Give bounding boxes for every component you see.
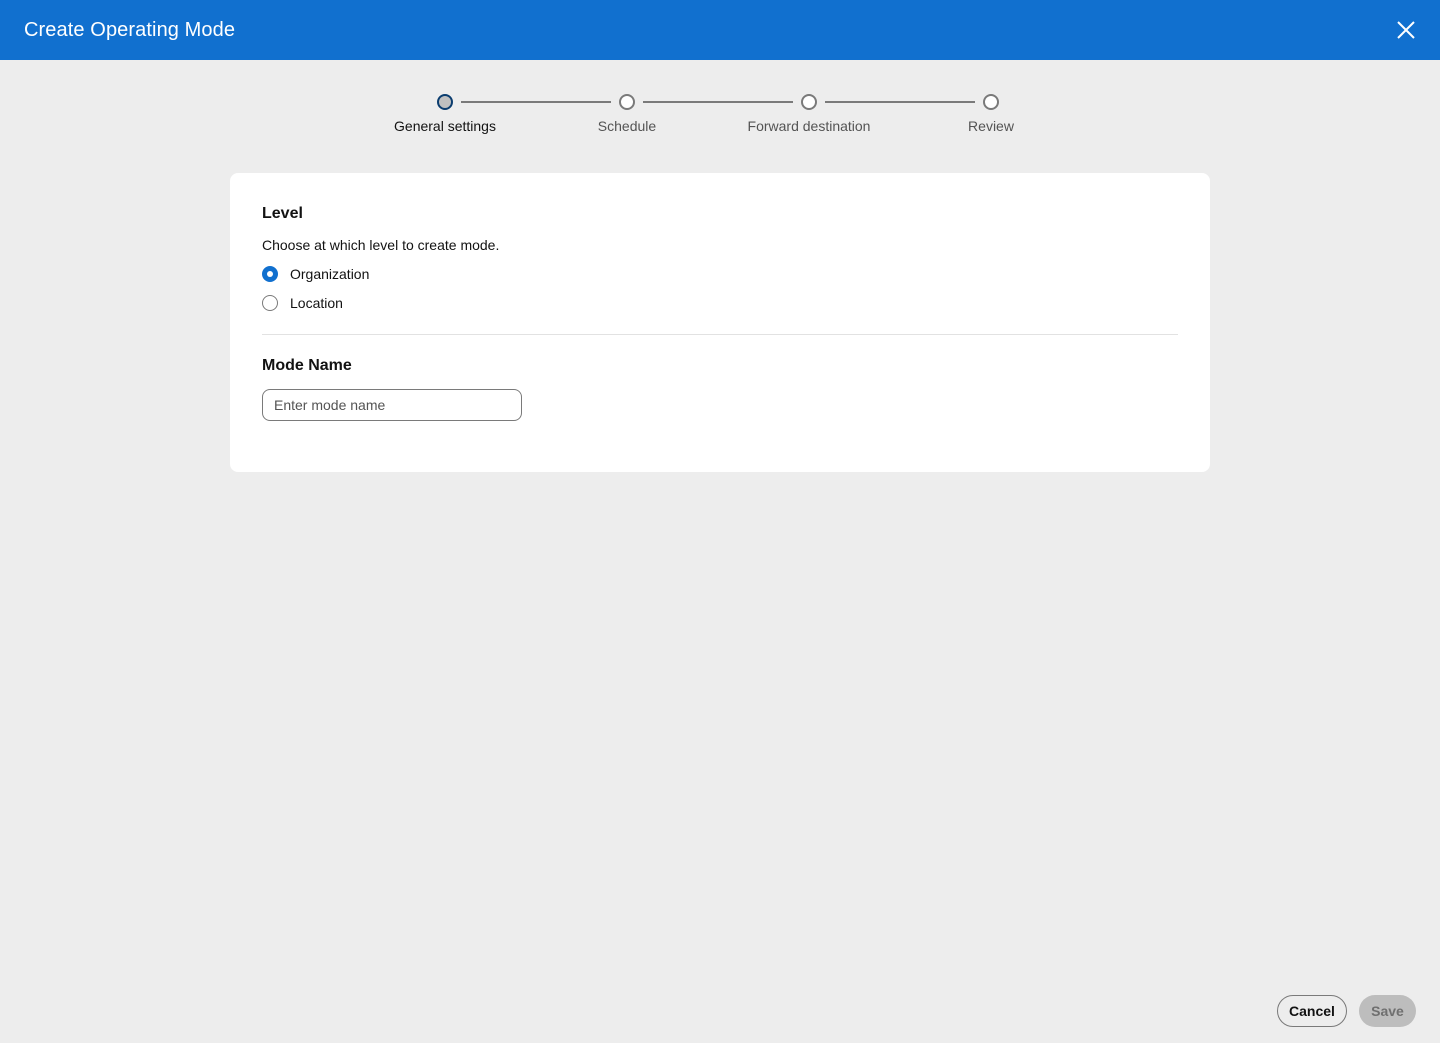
mode-name-heading: Mode Name bbox=[262, 357, 352, 374]
radio-location[interactable]: Location bbox=[262, 294, 1178, 312]
level-heading: Level bbox=[262, 205, 303, 222]
step-indicator-icon bbox=[437, 94, 453, 110]
radio-organization[interactable]: Organization bbox=[262, 265, 1178, 283]
general-settings-card: Level Choose at which level to create mo… bbox=[230, 173, 1210, 472]
step-general-settings[interactable]: General settings bbox=[345, 92, 545, 134]
radio-unchecked-icon[interactable] bbox=[262, 295, 278, 311]
close-icon bbox=[1397, 21, 1415, 39]
step-label: Review bbox=[968, 118, 1014, 134]
radio-label: Location bbox=[290, 295, 343, 311]
step-label: General settings bbox=[394, 118, 496, 134]
level-description: Choose at which level to create mode. bbox=[262, 237, 500, 253]
cancel-button[interactable]: Cancel bbox=[1277, 995, 1347, 1027]
mode-name-input[interactable] bbox=[262, 389, 522, 421]
close-button[interactable] bbox=[1394, 18, 1418, 42]
radio-label: Organization bbox=[290, 266, 370, 282]
step-indicator-icon bbox=[983, 94, 999, 110]
step-indicator-icon bbox=[801, 94, 817, 110]
step-forward-destination[interactable]: Forward destination bbox=[709, 92, 909, 134]
radio-checked-icon[interactable] bbox=[262, 266, 278, 282]
progress-stepper: General settings Schedule Forward destin… bbox=[0, 92, 1440, 142]
save-button[interactable]: Save bbox=[1359, 995, 1416, 1027]
step-schedule[interactable]: Schedule bbox=[527, 92, 727, 134]
step-review[interactable]: Review bbox=[891, 92, 1091, 134]
step-label: Schedule bbox=[597, 118, 657, 134]
section-divider bbox=[262, 334, 1178, 335]
step-label: Forward destination bbox=[747, 118, 871, 134]
dialog-header: Create Operating Mode bbox=[0, 0, 1440, 60]
step-indicator-icon bbox=[619, 94, 635, 110]
dialog-title: Create Operating Mode bbox=[24, 18, 236, 41]
